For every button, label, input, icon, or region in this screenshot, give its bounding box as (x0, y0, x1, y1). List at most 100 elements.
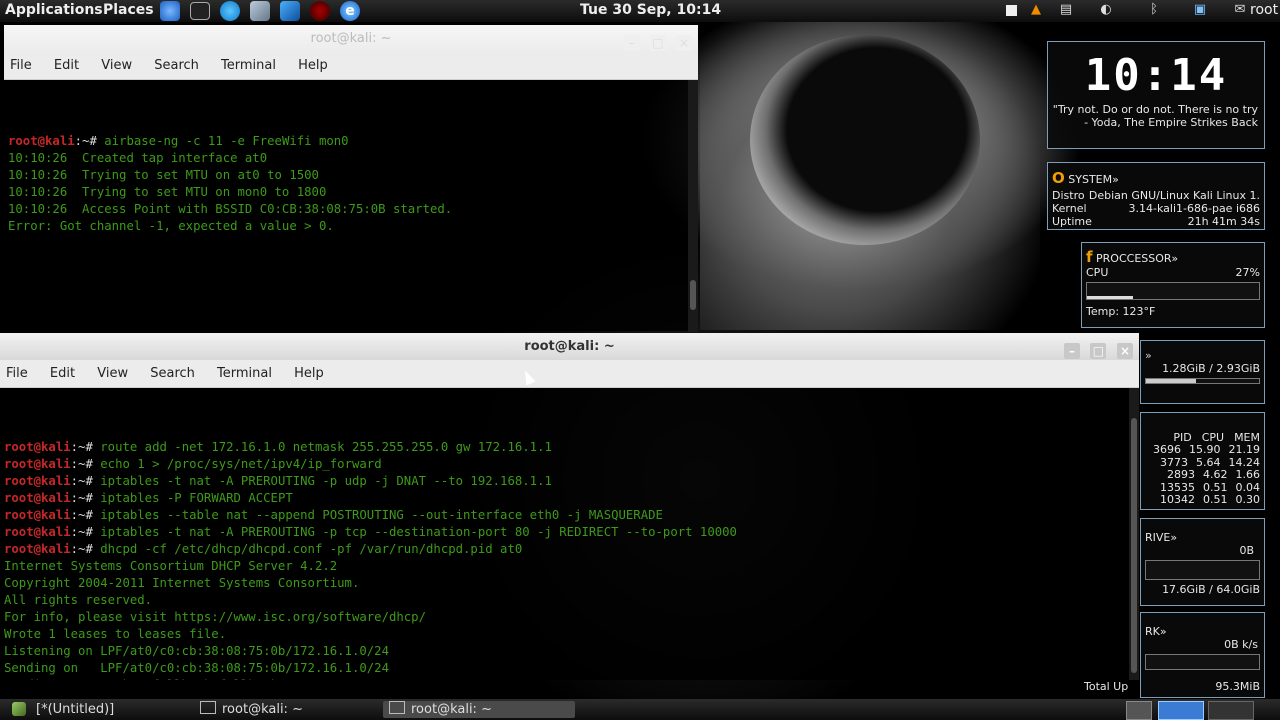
terminal-line: Listening on LPF/at0/c0:cb:38:08:75:0b/1… (4, 643, 1139, 660)
menu-file[interactable]: File (6, 366, 28, 381)
terminal-icon[interactable] (190, 2, 210, 20)
menu-file[interactable]: File (10, 58, 32, 73)
menu-search[interactable]: Search (150, 366, 195, 381)
process-cell: 3696 (1153, 443, 1181, 456)
notification-icon[interactable] (1006, 5, 1017, 16)
armitage-icon[interactable] (310, 1, 330, 21)
terminal-window-front[interactable]: root@kali: ~ – □ × File Edit View Search… (0, 333, 1139, 680)
applications-menu[interactable]: Applications (5, 2, 103, 18)
chat-icon[interactable]: ✉ (1232, 2, 1248, 18)
menu-edit[interactable]: Edit (54, 58, 79, 73)
close-button[interactable]: × (676, 35, 692, 51)
minimize-button[interactable]: – (1063, 343, 1080, 359)
close-button[interactable]: × (1117, 343, 1133, 359)
line-text: Sending on Socket/fallback/fallback-net (4, 678, 308, 680)
terminal-line: root@kali:~# iptables -P FORWARD ACCEPT (4, 490, 1139, 507)
menu-help[interactable]: Help (294, 366, 324, 381)
line-text: iptables -t nat -A PREROUTING -p tcp --d… (100, 525, 737, 539)
cpu-value: 27% (1235, 266, 1260, 279)
workspace-2[interactable] (1158, 701, 1204, 720)
drive-io: 0B (1239, 544, 1254, 557)
maximize-button[interactable]: □ (649, 35, 666, 51)
minimize-button[interactable]: – (623, 35, 640, 51)
kernel-label: Kernel (1052, 202, 1087, 215)
menu-edit[interactable]: Edit (50, 366, 75, 381)
drive-usage: 17.6GiB / 64.0GiB (1162, 583, 1260, 596)
conky-system-widget: O SYSTEM» Distro Debian GNU/Linux Kali Li… (1047, 162, 1265, 230)
package-icon[interactable] (250, 1, 270, 21)
menu-terminal[interactable]: Terminal (217, 366, 272, 381)
network-rate: 0B k/s (1224, 638, 1258, 651)
menu-search[interactable]: Search (154, 58, 199, 73)
process-cell: 0.30 (1235, 493, 1261, 506)
terminal-line: root@kali:~# route add -net 172.16.1.0 n… (4, 439, 1139, 456)
prompt-user: root@kali (4, 474, 71, 488)
line-text: 10:10:26 Trying to set MTU on mon0 to 18… (8, 185, 327, 199)
terminal-output[interactable]: root@kali:~# airbase-ng -c 11 -e FreeWif… (4, 80, 698, 332)
terminal-output[interactable]: root@kali:~# route add -net 172.16.1.0 n… (0, 388, 1139, 680)
process-cell: 0.51 (1203, 493, 1228, 506)
line-text: Error: Got channel -1, expected a value … (8, 219, 334, 233)
maximize-button[interactable]: □ (1090, 343, 1107, 359)
workspace-1[interactable] (1126, 701, 1152, 720)
terminal-line: root@kali:~# dhcpd -cf /etc/dhcp/dhcpd.c… (4, 541, 1139, 558)
network-header: RK» (1145, 625, 1167, 638)
line-text: For info, please visit https://www.isc.o… (4, 610, 426, 624)
processor-icon: f (1086, 248, 1093, 266)
cpu-label: CPU (1086, 266, 1109, 279)
vlc-icon[interactable]: ▲ (1028, 2, 1044, 18)
menu-bar: File Edit View Search Terminal Help (0, 360, 1139, 388)
prompt-sep: :~# (70, 508, 101, 522)
accessibility-icon[interactable]: ◐ (1098, 2, 1114, 18)
processor-header: PROCCESSOR» (1096, 252, 1179, 265)
top-panel: Applications Places e Tue 30 Sep, 10:14 … (0, 0, 1280, 22)
menu-terminal[interactable]: Terminal (221, 58, 276, 73)
network-total: Total Up 95.3MiB (1084, 680, 1260, 694)
cpu-graph (1086, 282, 1260, 300)
user-menu[interactable]: root (1250, 2, 1278, 18)
terminal-line: root@kali:~# iptables -t nat -A PREROUTI… (4, 473, 1139, 490)
terminal-window-back[interactable]: root@kali: ~ – □ × File Edit View Search… (4, 25, 698, 332)
line-text: All rights reserved. (4, 593, 153, 607)
line-text: iptables --table nat --append POSTROUTIN… (100, 508, 663, 522)
menu-help[interactable]: Help (298, 58, 328, 73)
ie-icon[interactable]: e (340, 1, 360, 21)
network-graph (1145, 654, 1260, 670)
terminal-line: Sending on LPF/at0/c0:cb:38:08:75:0b/172… (4, 660, 1139, 677)
window-titlebar[interactable]: root@kali: ~ – □ × (0, 333, 1139, 360)
terminal-line: Copyright 2004-2011 Internet Systems Con… (4, 575, 1139, 592)
bluetooth-icon[interactable]: ᛒ (1146, 2, 1162, 18)
menu-bar: File Edit View Search Terminal Help (4, 52, 698, 80)
panel-clock[interactable]: Tue 30 Sep, 10:14 (580, 2, 721, 18)
task-terminal-2[interactable]: root@kali: ~ (383, 701, 575, 718)
terminal-line: Wrote 1 leases to leases file. (4, 626, 1139, 643)
prompt-user: root@kali (4, 525, 71, 539)
process-cell: 4.62 (1203, 468, 1228, 481)
menu-view[interactable]: View (97, 366, 128, 381)
line-text: iptables -t nat -A PREROUTING -p udp -j … (100, 474, 552, 488)
process-row: 3696 15.90 21.19 (1141, 443, 1264, 457)
workspace-3[interactable] (1208, 701, 1254, 720)
scrollbar[interactable] (688, 80, 698, 332)
terminal-line: root@kali:~# iptables -t nat -A PREROUTI… (4, 524, 1139, 541)
system-header: SYSTEM» (1068, 173, 1119, 186)
places-menu[interactable]: Places (103, 2, 154, 18)
terminal-line: 10:10:26 Created tap interface at0 (8, 150, 698, 167)
menu-view[interactable]: View (101, 58, 132, 73)
task-untitled[interactable]: [*(Untitled)] (36, 701, 114, 718)
browser-icon[interactable] (160, 1, 180, 21)
task-terminal-1[interactable]: root@kali: ~ (200, 701, 303, 718)
line-text: Internet Systems Consortium DHCP Server … (4, 559, 338, 573)
prompt-user: root@kali (4, 508, 71, 522)
line-text: iptables -P FORWARD ACCEPT (100, 491, 293, 505)
process-row: 10342 0.51 0.30 (1141, 493, 1264, 507)
clipboard-icon[interactable]: ▤ (1058, 2, 1074, 18)
maltego-icon[interactable] (280, 1, 300, 21)
terminal-line: root@kali:~# iptables --table nat --appe… (4, 507, 1139, 524)
conky-memory-widget: » 1.28GiB / 2.93GiB (1140, 340, 1265, 404)
scrollbar[interactable] (1129, 388, 1139, 680)
network-icon[interactable]: ▣ (1192, 2, 1208, 18)
skype-icon[interactable] (220, 1, 240, 21)
window-titlebar[interactable]: root@kali: ~ – □ × (4, 25, 698, 52)
quote-text: "Try not. Do or do not. There is no try (1052, 103, 1258, 116)
